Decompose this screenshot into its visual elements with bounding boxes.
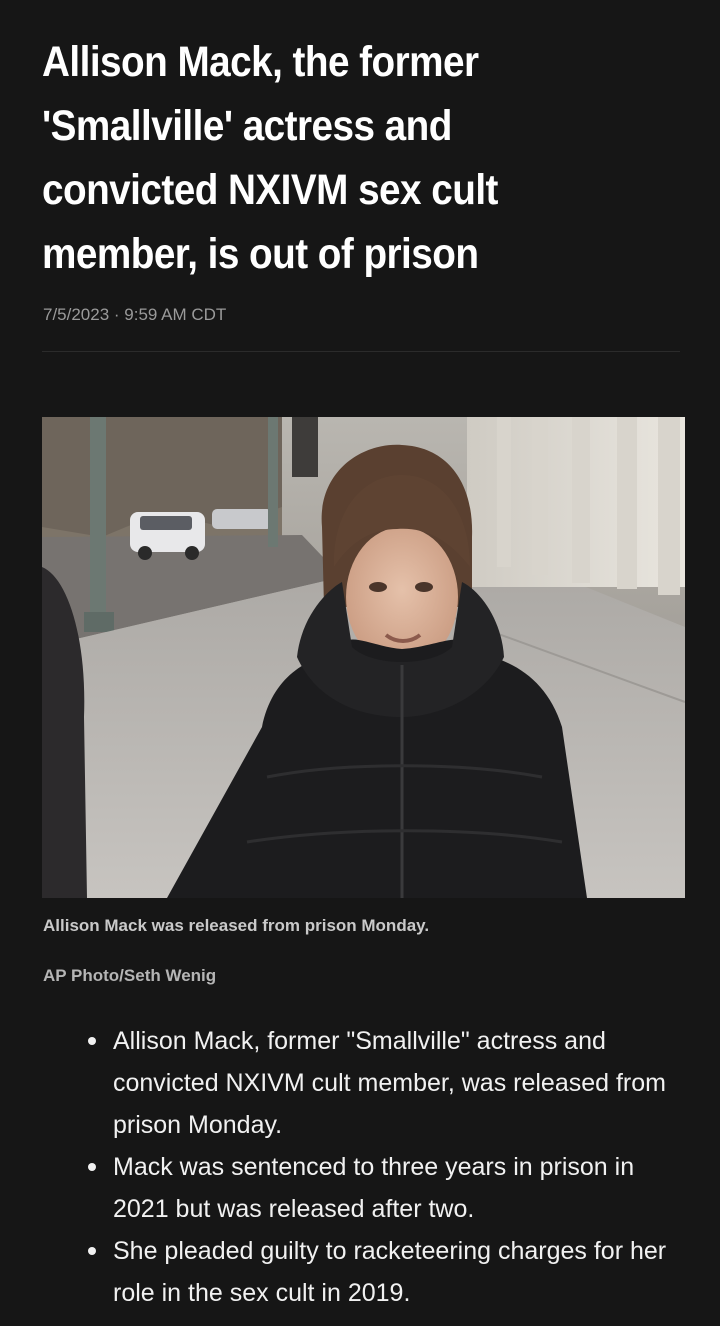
bullet-dot-icon: [88, 1163, 96, 1171]
bullet-dot-icon: [88, 1247, 96, 1255]
header-divider: [42, 351, 680, 352]
key-point-text: She pleaded guilty to racketeering charg…: [113, 1237, 667, 1307]
photo-credit: AP Photo/Seth Wenig: [43, 966, 217, 985]
photo-caption: Allison Mack was released from prison Mo…: [43, 916, 430, 935]
bullet-dot-icon: [88, 1037, 96, 1045]
key-point: Allison Mack, former "Smallville" actres…: [0, 1020, 720, 1146]
key-points-list: Allison Mack, former "Smallville" actres…: [0, 1020, 720, 1314]
article-timestamp: 7/5/2023 · 9:59 AM CDT: [43, 305, 227, 324]
key-point: She pleaded guilty to racketeering charg…: [0, 1230, 720, 1314]
key-point-text: Allison Mack, former "Smallville" actres…: [113, 1027, 666, 1139]
article-headline: Allison Mack, the former 'Smallville' ac…: [42, 38, 498, 278]
key-point: Mack was sentenced to three years in pri…: [0, 1146, 720, 1230]
article-photo[interactable]: [42, 417, 685, 898]
key-point-text: Mack was sentenced to three years in pri…: [113, 1153, 635, 1223]
